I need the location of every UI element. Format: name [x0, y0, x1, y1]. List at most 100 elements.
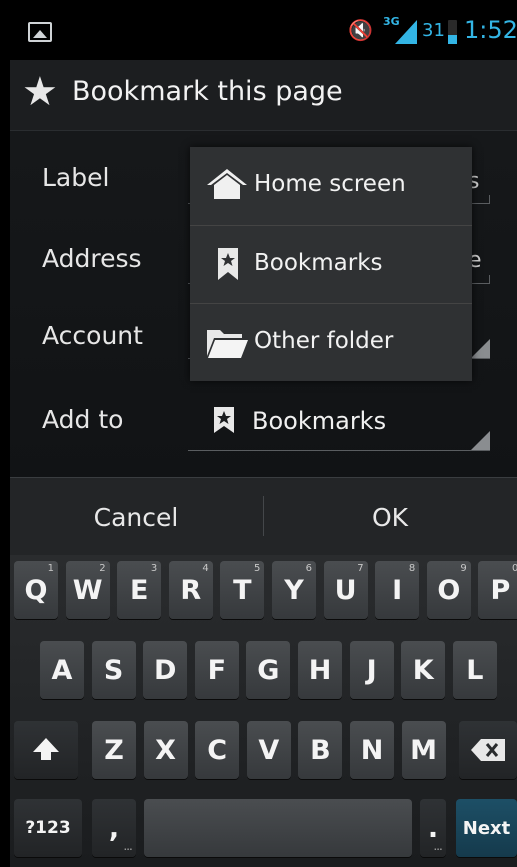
key-hint: 7: [357, 563, 364, 574]
key-label: F: [207, 654, 227, 686]
dropdown-item-other-folder[interactable]: Other folder: [190, 303, 472, 382]
key-s[interactable]: S: [91, 641, 136, 699]
key-hint: 1: [47, 563, 54, 574]
key-z[interactable]: Z: [92, 721, 136, 779]
add-to-row-label: Add to: [42, 405, 124, 434]
key-hint: 3: [150, 563, 158, 574]
dropdown-item-label: Home screen: [254, 171, 406, 197]
key-label: L: [466, 654, 484, 686]
key-a[interactable]: A: [40, 641, 84, 699]
ok-button[interactable]: OK: [264, 478, 516, 556]
add-to-value: Bookmarks: [252, 407, 387, 435]
signal-icon: [395, 20, 417, 44]
dropdown-item-bookmarks[interactable]: Bookmarks: [190, 225, 472, 304]
key-label: A: [51, 654, 73, 686]
dropdown-item-home-screen[interactable]: Home screen: [190, 147, 472, 225]
key-label: U: [334, 574, 357, 606]
key-symbols[interactable]: ?123: [14, 799, 82, 857]
key-label: T: [233, 574, 252, 606]
soft-keyboard: ?123 , ⋯ . ⋯ Next Q1W2E3R4T5Y6U7I8O9P0AS…: [10, 555, 517, 867]
add-to-dropdown: Home screen Bookmarks Other folder: [190, 147, 472, 381]
key-u[interactable]: U7: [323, 561, 368, 619]
key-label: J: [366, 654, 377, 686]
key-n[interactable]: N: [350, 721, 394, 779]
cancel-button[interactable]: Cancel: [10, 478, 262, 556]
key-label: G: [257, 654, 280, 686]
battery-icon: [448, 20, 457, 44]
key-label: I: [392, 574, 403, 606]
key-o[interactable]: O9: [426, 561, 471, 619]
key-d[interactable]: D: [143, 641, 188, 699]
folder-icon: [207, 330, 248, 358]
spinner-arrow-icon: [470, 339, 490, 359]
key-label: R: [180, 574, 202, 606]
key-r[interactable]: R4: [168, 561, 213, 619]
key-label: P: [490, 574, 511, 606]
key-h[interactable]: H: [298, 641, 342, 699]
home-icon: [207, 169, 247, 199]
key-label: B: [310, 734, 331, 766]
key-hint: 9: [460, 563, 467, 574]
spinner-arrow-icon: [470, 431, 490, 451]
key-label: H: [308, 654, 332, 686]
key-q[interactable]: Q1: [14, 561, 58, 619]
key-m[interactable]: M: [401, 721, 446, 779]
add-to-spinner[interactable]: Bookmarks: [188, 391, 490, 451]
account-row-label: Account: [42, 321, 143, 350]
key-period-label: .: [427, 812, 439, 844]
key-e[interactable]: E3: [117, 561, 162, 619]
status-bar: 🔇 3G 31 1:52: [10, 0, 517, 60]
key-w[interactable]: W2: [65, 561, 110, 619]
key-p[interactable]: P0: [478, 561, 517, 619]
key-next[interactable]: Next: [456, 799, 517, 857]
key-y[interactable]: Y6: [272, 561, 316, 619]
key-period[interactable]: . ⋯: [420, 799, 446, 857]
key-f[interactable]: F: [194, 641, 239, 699]
star-icon: ★: [22, 69, 58, 115]
dropdown-item-label: Other folder: [254, 328, 394, 354]
key-comma-label: ,: [108, 812, 120, 844]
clock: 1:52: [464, 16, 517, 44]
key-hint: 5: [254, 563, 261, 574]
key-hint: 4: [202, 563, 209, 574]
key-label: K: [412, 654, 434, 686]
key-label: N: [360, 734, 384, 766]
key-b[interactable]: B: [298, 721, 343, 779]
key-label: Y: [284, 574, 304, 606]
key-l[interactable]: L: [452, 641, 497, 699]
key-label: D: [153, 654, 177, 686]
key-space[interactable]: [144, 799, 412, 857]
key-label: C: [207, 734, 228, 766]
key-x[interactable]: X: [143, 721, 188, 779]
key-label: V: [258, 734, 280, 766]
key-hint: 0: [512, 563, 517, 574]
more-hint-icon: ⋯: [434, 845, 442, 854]
key-j[interactable]: J: [349, 641, 394, 699]
bookmark-icon: [214, 407, 234, 433]
key-label: W: [72, 574, 103, 606]
key-label: Q: [24, 574, 48, 606]
key-comma[interactable]: , ⋯: [92, 799, 136, 857]
mute-icon: 🔇: [348, 18, 373, 42]
key-t[interactable]: T5: [220, 561, 265, 619]
key-c[interactable]: C: [195, 721, 240, 779]
key-label: E: [129, 574, 149, 606]
key-hint: 8: [408, 563, 416, 574]
key-label: Z: [104, 734, 124, 766]
dialog-button-bar: Cancel OK: [10, 477, 517, 556]
phone-screen: 🔇 3G 31 1:52 ★ Bookmark this page Label …: [10, 0, 517, 867]
label-row-label: Label: [42, 163, 110, 192]
key-v[interactable]: V: [246, 721, 291, 779]
key-label: S: [103, 654, 124, 686]
dialog-header: ★ Bookmark this page: [10, 60, 517, 131]
key-k[interactable]: K: [401, 641, 446, 699]
key-hint: 6: [305, 563, 312, 574]
key-shift[interactable]: [14, 721, 78, 779]
key-g[interactable]: G: [246, 641, 291, 699]
key-label: M: [410, 734, 438, 766]
backspace-icon: [471, 739, 505, 761]
key-backspace[interactable]: [459, 721, 517, 779]
key-i[interactable]: I8: [375, 561, 420, 619]
shift-icon: [33, 738, 59, 760]
key-label: X: [155, 734, 176, 766]
